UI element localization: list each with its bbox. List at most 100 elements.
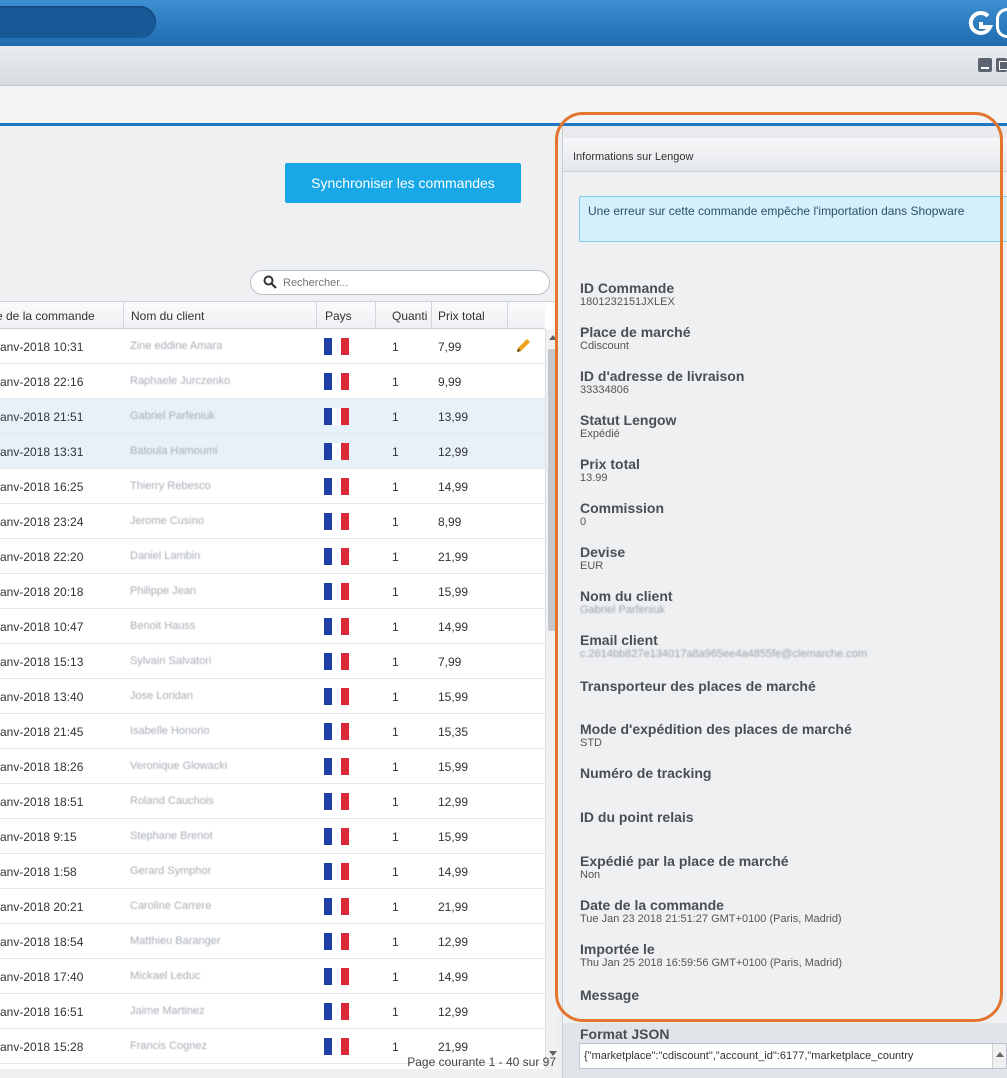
table-row[interactable]: Janv-2018 20:21 Caroline Carrere 1 21,99 (0, 889, 545, 924)
grid-rows: Janv-2018 10:31 Zine eddine Amara 1 7,99 Ja… (0, 329, 545, 1064)
order-detail-field: Importée le Thu Jan 25 2018 16:59:56 GMT+… (580, 941, 842, 970)
field-value: 13.99 (580, 472, 608, 484)
table-row[interactable]: Janv-2018 18:54 Matthieu Baranger 1 12,99 (0, 924, 545, 959)
total-price-cell: 12,99 (438, 935, 469, 949)
search-input[interactable] (283, 274, 538, 292)
column-header-date[interactable]: e de la commande (0, 309, 95, 323)
maximize-icon[interactable] (996, 58, 1007, 72)
total-price-cell: 12,99 (438, 1005, 469, 1019)
order-date-cell: Janv-2018 23:24 (0, 515, 84, 529)
table-row[interactable]: Janv-2018 17:40 Mickael Leduc 1 14,99 (0, 959, 545, 994)
scrollbar-thumb[interactable] (548, 349, 556, 631)
table-row[interactable]: Janv-2018 13:31 Batoula Hamoumi 1 12,99 (0, 434, 545, 469)
order-detail-field: Date de la commande Tue Jan 23 2018 21:51… (580, 897, 842, 926)
table-row[interactable]: Janv-2018 10:31 Zine eddine Amara 1 7,99 (0, 329, 545, 364)
order-date-cell: Janv-2018 21:45 (0, 725, 84, 739)
order-date-cell: Janv-2018 18:26 (0, 760, 84, 774)
table-row[interactable]: Janv-2018 21:45 Isabelle Honorio 1 15,35 (0, 714, 545, 749)
table-row[interactable]: Janv-2018 18:51 Roland Cauchois 1 12,99 (0, 784, 545, 819)
customer-name-cell: Mickael Leduc (130, 970, 201, 982)
column-separator[interactable] (316, 302, 317, 329)
order-date-cell: Janv-2018 22:20 (0, 550, 84, 564)
column-separator[interactable] (431, 302, 432, 329)
table-row[interactable]: Janv-2018 22:20 Daniel Lambin 1 21,99 (0, 539, 545, 574)
order-detail-field: Prix total 13.99 (580, 456, 640, 485)
json-content: {"marketplace":"cdiscount","account_id":… (584, 1050, 914, 1062)
total-price-cell: 15,99 (438, 760, 469, 774)
table-row[interactable]: Janv-2018 18:26 Veronique Glowacki 1 15,99 (0, 749, 545, 784)
synchronize-orders-button[interactable]: Synchroniser les commandes (285, 163, 521, 203)
table-row[interactable]: Janv-2018 22:16 Raphaele Jurczenko 1 9,99 (0, 364, 545, 399)
window-title-bar (0, 46, 1007, 86)
table-row[interactable]: Janv-2018 1:58 Gerard Symphor 1 14,99 (0, 854, 545, 889)
column-separator[interactable] (507, 302, 508, 329)
field-label: Date de la commande (580, 897, 724, 913)
table-row[interactable]: Janv-2018 10:47 Benoit Hauss 1 14,99 (0, 609, 545, 644)
quantity-cell: 1 (392, 410, 399, 424)
france-flag-icon (324, 968, 349, 985)
order-search-box[interactable] (250, 270, 550, 295)
column-header-total[interactable]: Prix total (438, 309, 485, 323)
minimize-icon[interactable] (978, 58, 992, 72)
customer-name-cell: Gabriel Parfeniuk (130, 410, 215, 422)
total-price-cell: 14,99 (438, 480, 469, 494)
quantity-cell: 1 (392, 830, 399, 844)
field-label: Message (580, 987, 640, 1003)
quantity-cell: 1 (392, 480, 399, 494)
order-date-cell: Janv-2018 20:18 (0, 585, 84, 599)
field-value: 33334806 (580, 384, 629, 396)
table-row[interactable]: Janv-2018 23:24 Jerome Cusino 1 8,99 (0, 504, 545, 539)
table-row[interactable]: Janv-2018 9:15 Stephane Brenot 1 15,99 (0, 819, 545, 854)
field-value: EUR (580, 560, 604, 572)
json-textarea[interactable]: {"marketplace":"cdiscount","account_id":… (579, 1043, 1007, 1069)
order-detail-field: Place de marché Cdiscount (580, 324, 691, 353)
order-date-cell: Janv-2018 10:31 (0, 340, 84, 354)
column-header-quantity[interactable]: Quanti (392, 309, 427, 323)
customer-name-cell: Sylvain Salvatori (130, 655, 212, 667)
quantity-cell: 1 (392, 375, 399, 389)
customer-name-cell: Caroline Carrere (130, 900, 212, 912)
france-flag-icon (324, 758, 349, 775)
field-label: Numéro de tracking (580, 765, 712, 781)
quantity-cell: 1 (392, 935, 399, 949)
field-label: Prix total (580, 456, 640, 472)
france-flag-icon (324, 583, 349, 600)
order-detail-field: Transporteur des places de marché (580, 678, 816, 694)
field-label: Transporteur des places de marché (580, 678, 816, 694)
customer-name-cell: Stephane Brenot (130, 830, 213, 842)
column-separator[interactable] (375, 302, 376, 329)
grid-scrollbar[interactable] (545, 329, 558, 1070)
order-date-cell: Janv-2018 16:51 (0, 1005, 84, 1019)
json-scroll-up-icon[interactable] (992, 1044, 1006, 1068)
scroll-up-icon[interactable] (549, 335, 557, 340)
table-row[interactable]: Janv-2018 21:51 Gabriel Parfeniuk 1 13,99 (0, 399, 545, 434)
table-row[interactable]: Janv-2018 16:51 Jaime Martinez 1 12,99 (0, 994, 545, 1029)
order-detail-field: Numéro de tracking (580, 765, 711, 781)
field-value: Tue Jan 23 2018 21:51:27 GMT+0100 (Paris… (580, 913, 842, 925)
total-price-cell: 21,99 (438, 550, 469, 564)
table-row[interactable]: Janv-2018 20:18 Philippe Jean 1 15,99 (0, 574, 545, 609)
quantity-cell: 1 (392, 340, 399, 354)
global-search-bar[interactable] (0, 6, 156, 38)
info-panel-header[interactable]: Informations sur Lengow (563, 138, 1007, 172)
customer-name-cell: Jose Loridan (130, 690, 193, 702)
france-flag-icon (324, 373, 349, 390)
france-flag-icon (324, 443, 349, 460)
edit-pencil-icon[interactable] (514, 337, 532, 355)
order-date-cell: Janv-2018 10:47 (0, 620, 84, 634)
total-price-cell: 12,99 (438, 445, 469, 459)
total-price-cell: 14,99 (438, 970, 469, 984)
table-row[interactable]: Janv-2018 15:13 Sylvain Salvatori 1 7,99 (0, 644, 545, 679)
field-label: Devise (580, 544, 626, 560)
field-value: c.2614bb827e134017a8a965ee4a4855fe@clema… (580, 648, 868, 660)
info-panel-title: Informations sur Lengow (573, 151, 694, 163)
column-header-country[interactable]: Pays (325, 309, 352, 323)
column-separator[interactable] (123, 302, 124, 329)
pagination-status: Page courante 1 - 40 sur 97 (407, 1055, 556, 1069)
column-header-customer[interactable]: Nom du client (131, 309, 204, 323)
app-logo-partial-icon (996, 8, 1007, 38)
order-detail-field: ID Commande 1801232151JXLEX (580, 280, 675, 309)
field-label: Place de marché (580, 324, 691, 340)
table-row[interactable]: Janv-2018 13:40 Jose Loridan 1 15,99 (0, 679, 545, 714)
table-row[interactable]: Janv-2018 16:25 Thierry Rebesco 1 14,99 (0, 469, 545, 504)
